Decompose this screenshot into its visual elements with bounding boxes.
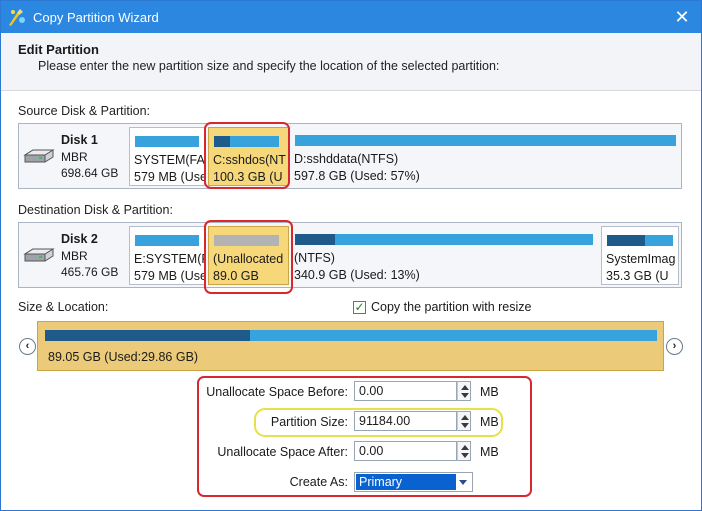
partition-size-bar[interactable]: 89.05 GB (Used:29.86 GB) [37, 321, 664, 371]
unallocated-before-label: Unallocate Space Before: [206, 385, 348, 399]
disk-name: Disk 2 [61, 232, 98, 246]
hard-disk-icon [23, 149, 55, 163]
partition-detail: 340.9 GB (Used: 13%) [294, 268, 420, 282]
destination-section-label: Destination Disk & Partition: [18, 203, 173, 217]
create-as-value: Primary [356, 474, 456, 490]
unallocated-before-unit: MB [480, 385, 499, 399]
disk-size: 698.64 GB [61, 166, 119, 180]
partition-name: SYSTEM(FAT [134, 153, 205, 167]
copy-with-resize-checkbox[interactable]: ✓ [353, 301, 366, 314]
partition-name: D:sshddata(NTFS) [294, 152, 399, 166]
copy-with-resize-label[interactable]: Copy the partition with resize [371, 300, 532, 314]
chevron-down-icon[interactable] [459, 480, 467, 485]
partition-name: SystemImag [606, 252, 676, 266]
wizard-app-icon [9, 9, 25, 26]
partition-name: (NTFS) [294, 251, 335, 265]
source-highlight-outline [204, 122, 290, 189]
disk-type: MBR [61, 150, 88, 164]
partition-size-unit: MB [480, 415, 499, 429]
chevron-left-icon[interactable]: ‹ [19, 338, 36, 355]
close-icon[interactable]: ✕ [667, 5, 697, 29]
unallocated-after-label: Unallocate Space After: [217, 445, 348, 459]
unallocated-after-unit: MB [480, 445, 499, 459]
unallocated-after-input[interactable]: 0.00 [354, 441, 457, 461]
unallocated-after-spinner[interactable] [457, 441, 471, 461]
partition-detail: 579 MB (Use [134, 269, 205, 283]
destination-disk-info[interactable]: Disk 2 MBR 465.76 GB [19, 223, 129, 287]
hard-disk-icon [23, 248, 55, 262]
partition-size-label: Partition Size: [270, 415, 348, 429]
source-partition-d[interactable]: D:sshddata(NTFS) 597.8 GB (Used: 57%) [290, 127, 679, 186]
source-disk-panel: Disk 1 MBR 698.64 GB SYSTEM(FAT 579 MB (… [18, 123, 682, 189]
source-disk-info[interactable]: Disk 1 MBR 698.64 GB [19, 124, 129, 188]
destination-partition-ntfs[interactable]: (NTFS) 340.9 GB (Used: 13%) [290, 226, 600, 285]
unallocated-before-spinner[interactable] [457, 381, 471, 401]
partition-name: E:SYSTEM(F [134, 252, 205, 266]
disk-size: 465.76 GB [61, 265, 119, 279]
page-title: Edit Partition [18, 42, 99, 57]
page-subtitle: Please enter the new partition size and … [38, 59, 500, 73]
partition-detail: 579 MB (Use [134, 170, 205, 184]
source-partition-system[interactable]: SYSTEM(FAT 579 MB (Use [129, 127, 205, 186]
chevron-right-icon[interactable]: › [666, 338, 683, 355]
disk-name: Disk 1 [61, 133, 98, 147]
partition-detail: 35.3 GB (U [606, 269, 669, 283]
copy-partition-wizard-window: Copy Partition Wizard ✕ Edit Partition P… [0, 0, 702, 511]
partition-detail: 597.8 GB (Used: 57%) [294, 169, 420, 183]
unallocated-before-input[interactable]: 0.00 [354, 381, 457, 401]
wizard-header: Edit Partition Please enter the new part… [1, 33, 701, 91]
destination-partition-systemimage[interactable]: SystemImag 35.3 GB (U [601, 226, 679, 285]
partition-size-spinner[interactable] [457, 411, 471, 431]
destination-highlight-outline [204, 220, 293, 294]
create-as-select[interactable]: Primary [354, 472, 473, 492]
window-title: Copy Partition Wizard [33, 10, 159, 25]
destination-partition-e[interactable]: E:SYSTEM(F 579 MB (Use [129, 226, 205, 285]
create-as-label: Create As: [289, 475, 348, 489]
size-location-label: Size & Location: [18, 300, 109, 314]
used-space-fill [45, 330, 250, 341]
destination-disk-panel: Disk 2 MBR 465.76 GB E:SYSTEM(F 579 MB (… [18, 222, 682, 288]
title-bar: Copy Partition Wizard ✕ [1, 1, 701, 33]
partition-size-text: 89.05 GB (Used:29.86 GB) [48, 350, 199, 364]
partition-size-input[interactable]: 91184.00 [354, 411, 457, 431]
source-section-label: Source Disk & Partition: [18, 104, 150, 118]
disk-type: MBR [61, 249, 88, 263]
